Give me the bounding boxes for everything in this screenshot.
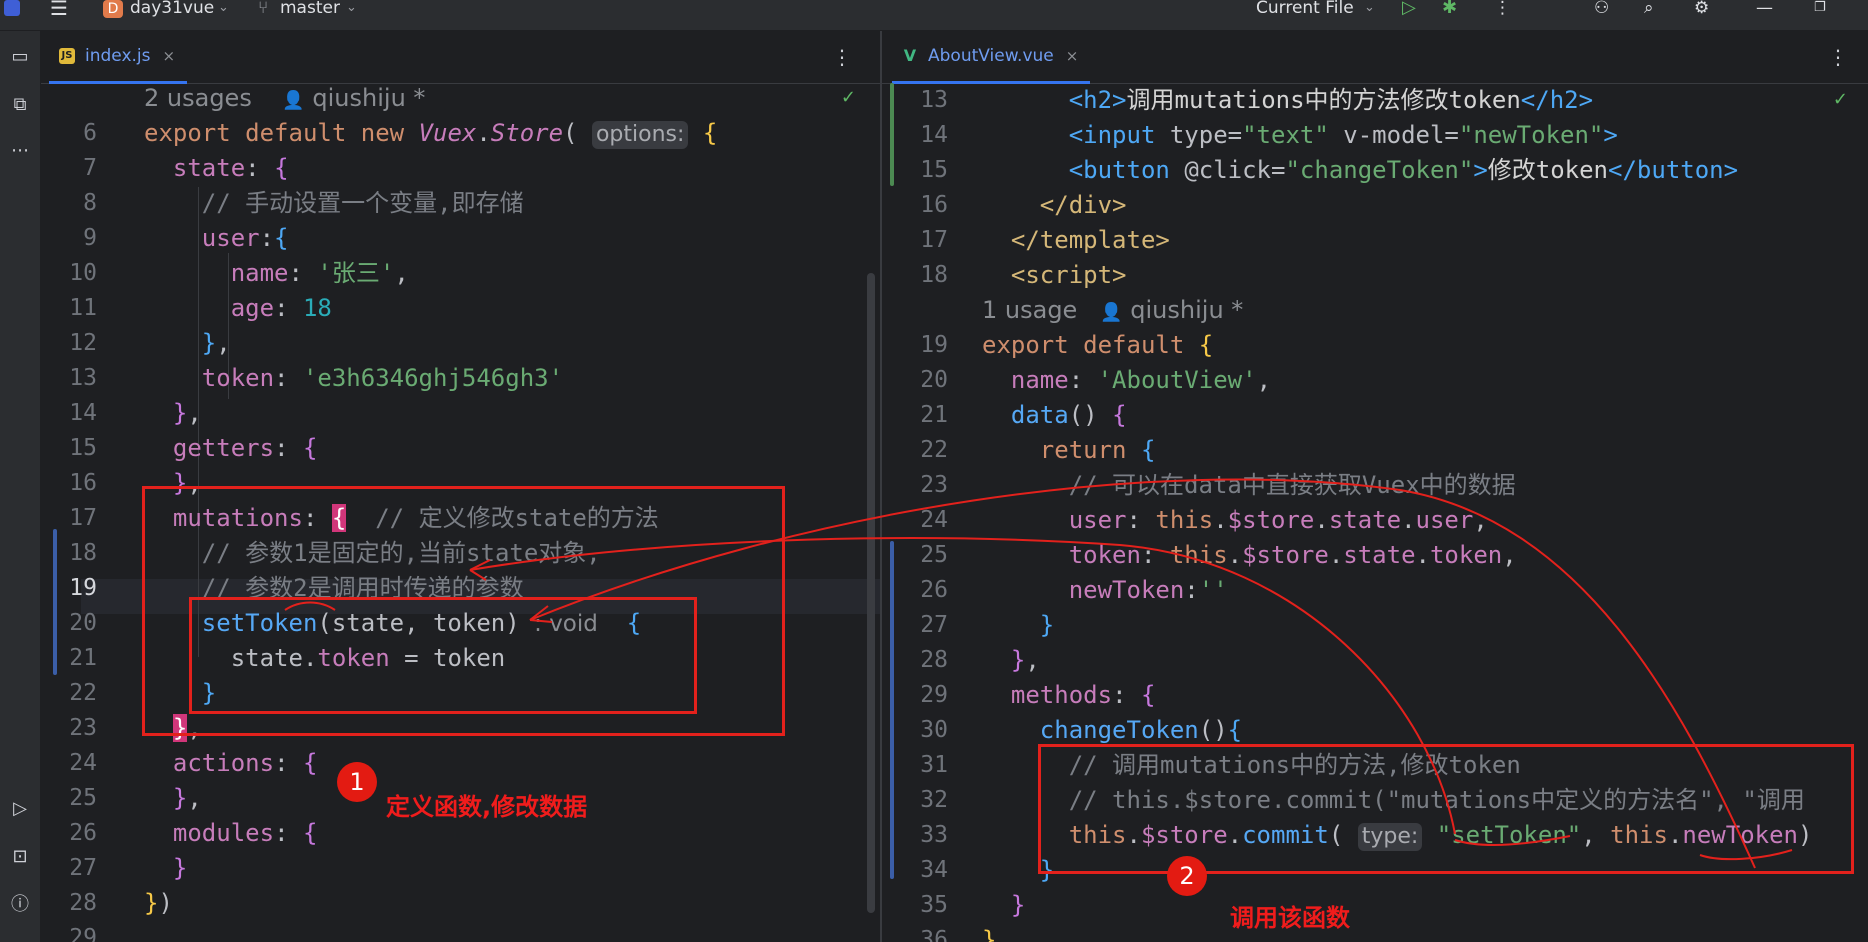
project-name[interactable]: day31vue [130, 0, 214, 30]
add-user-icon[interactable]: ⚇ [1594, 0, 1609, 30]
code-line: 9 user:{ [83, 224, 289, 252]
annotation-box-settoken [189, 597, 697, 714]
structure-icon[interactable]: ⧉ [8, 93, 32, 117]
code-line: 15 getters: { [69, 434, 318, 462]
title-bar: ☰ D day31vue ⌄ ⑂ master ⌄ Current File ⌄… [0, 0, 1868, 31]
chevron-down-icon[interactable]: ⌄ [346, 0, 357, 30]
tab-label: index.js [85, 46, 151, 66]
annotation-label-1: 定义函数,修改数据 [386, 793, 588, 821]
editor-tabs: JS index.js × ⋮ [41, 31, 880, 84]
branch-icon: ⑂ [258, 0, 269, 18]
check-icon: ✓ [840, 87, 856, 108]
code-line: 8 // 手动设置一个变量,即存储 [83, 189, 524, 217]
tool-window-bar: ▭ ⧉ ⋯ ▷ ⊡ ⓘ [0, 31, 41, 942]
code-line: 24 actions: { [69, 749, 318, 777]
run-icon[interactable]: ▷ [1402, 0, 1416, 30]
editor-tabs: V AboutView.vue × ⋮ [882, 31, 1868, 84]
code-line: 14 }, [69, 399, 202, 427]
close-icon[interactable]: × [163, 47, 176, 65]
folder-icon[interactable]: ▭ [8, 45, 32, 69]
tab-menu-icon[interactable]: ⋮ [1828, 45, 1848, 69]
project-badge: D [103, 0, 123, 18]
minimize-icon[interactable]: — [1756, 0, 1773, 30]
main-menu-icon[interactable]: ☰ [50, 0, 68, 30]
code-line: 29 [69, 925, 97, 942]
tab-label: AboutView.vue [928, 46, 1054, 66]
run-config[interactable]: Current File [1256, 0, 1354, 30]
code-line: 13 token: 'e3h6346ghj546gh3' [69, 364, 564, 392]
app-logo-icon[interactable] [4, 0, 20, 16]
search-icon[interactable]: ⌕ [1644, 0, 1654, 30]
close-icon[interactable]: × [1066, 47, 1079, 65]
tab-menu-icon[interactable]: ⋮ [832, 45, 852, 69]
code-line: 27 } [69, 854, 188, 882]
tab-index-js[interactable]: JS index.js × [49, 31, 188, 84]
problems-icon[interactable]: ⓘ [8, 893, 32, 917]
code-line: 7 state: { [83, 154, 289, 182]
annotation-label-2: 调用该函数 [1230, 904, 1350, 932]
code-line: 11 age: 18 [69, 294, 332, 322]
chevron-down-icon[interactable]: ⌄ [1364, 0, 1375, 30]
code-line: 10 name: '张三', [69, 259, 409, 287]
tab-about-view[interactable]: V AboutView.vue × [892, 31, 1091, 84]
chevron-down-icon[interactable]: ⌄ [218, 0, 229, 30]
annotation-box-commit [1038, 744, 1854, 874]
terminal-icon[interactable]: ⊡ [8, 845, 32, 869]
usages-hint[interactable]: 2 usages 👤 qiushiju * [144, 81, 425, 118]
annotation-badge-2: 2 [1167, 856, 1207, 896]
services-icon[interactable]: ▷ [8, 797, 32, 821]
debug-icon[interactable]: ✱ [1442, 0, 1457, 30]
code-line: 28}) [69, 889, 173, 917]
branch-name[interactable]: master [280, 0, 340, 30]
usages-hint[interactable]: 1 usage 👤 qiushiju * [982, 293, 1243, 330]
vue-file-icon: V [903, 46, 917, 65]
gear-icon[interactable]: ⚙ [1694, 0, 1709, 30]
js-file-icon: JS [59, 48, 75, 64]
more-icon[interactable]: ⋮ [1494, 0, 1511, 30]
scrollbar[interactable] [867, 273, 875, 913]
code-line: 6 export default new Vuex.Store( options:… [83, 119, 718, 149]
restore-icon[interactable]: ❐ [1814, 0, 1826, 30]
more-tools-icon[interactable]: ⋯ [8, 139, 32, 163]
code-line: 12 }, [69, 329, 231, 357]
annotation-badge-1: 1 [337, 762, 377, 802]
